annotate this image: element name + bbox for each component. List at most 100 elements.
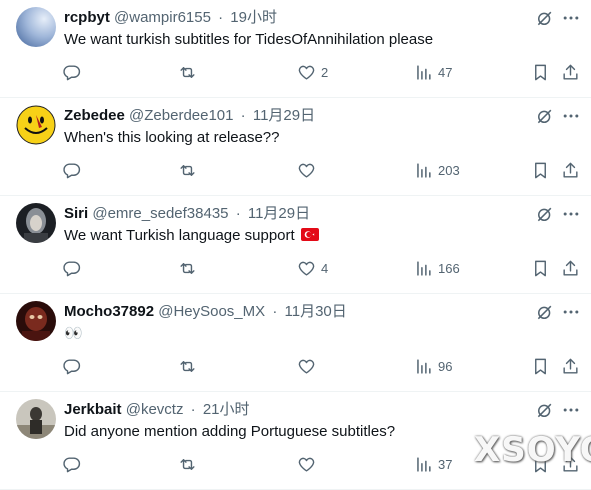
grok-icon[interactable] (533, 202, 557, 226)
reply-item[interactable]: Siri @emre_sedef38435 · 11月29日 We want T… (0, 196, 591, 294)
timestamp[interactable]: 11月30日 (285, 303, 347, 320)
grok-icon[interactable] (533, 104, 557, 128)
like-button[interactable]: 2 (297, 60, 328, 84)
views-icon (417, 456, 431, 472)
reply-button[interactable] (62, 158, 86, 182)
views-button[interactable]: 166 (414, 256, 460, 280)
retweet-button[interactable] (178, 60, 202, 84)
display-name[interactable]: Zebedee (64, 107, 125, 124)
share-icon (563, 162, 578, 178)
display-name[interactable]: rcpbyt (64, 9, 110, 26)
like-button[interactable] (297, 158, 321, 182)
avatar[interactable] (16, 203, 56, 243)
views-count: 166 (438, 260, 460, 276)
like-button[interactable]: 4 (297, 256, 328, 280)
retweet-icon (180, 360, 195, 372)
reply-header: Jerkbait @kevctz · 21小时 (64, 400, 531, 420)
reply-button[interactable] (62, 452, 86, 476)
reply-header: Zebedee @Zeberdee101 · 11月29日 (64, 106, 531, 126)
retweet-button[interactable] (178, 452, 202, 476)
like-button[interactable] (297, 452, 321, 476)
reply-button[interactable] (62, 256, 86, 280)
timestamp[interactable]: 21小时 (203, 401, 250, 418)
more-icon[interactable] (559, 202, 583, 226)
reply-header: Siri @emre_sedef38435 · 11月29日 (64, 204, 531, 224)
bookmark-icon (535, 358, 546, 374)
more-icon[interactable] (559, 300, 583, 324)
avatar[interactable] (16, 399, 56, 439)
bookmark-icon (535, 64, 546, 80)
views-count: 96 (438, 358, 453, 374)
views-button[interactable]: 47 (414, 60, 452, 84)
avatar[interactable] (16, 105, 56, 145)
reply-button[interactable] (62, 60, 86, 84)
action-bar: 96 (0, 354, 591, 378)
avatar[interactable] (16, 7, 56, 47)
reply-icon (63, 260, 81, 276)
display-name[interactable]: Mocho37892 (64, 303, 154, 320)
reply-button[interactable] (62, 354, 86, 378)
user-handle[interactable]: @Zeberdee101 (129, 107, 233, 124)
retweet-button[interactable] (178, 158, 202, 182)
like-icon (298, 163, 315, 178)
grok-icon[interactable] (533, 300, 557, 324)
reply-icon (63, 64, 81, 80)
avatar-image (16, 301, 56, 341)
like-icon (298, 65, 315, 80)
turkey-flag-icon (300, 228, 319, 241)
user-handle[interactable]: @emre_sedef38435 (92, 205, 228, 222)
timestamp[interactable]: 11月29日 (253, 107, 315, 124)
separator: · (235, 205, 241, 222)
views-button[interactable]: 37 (414, 452, 452, 476)
avatar[interactable] (16, 301, 56, 341)
share-button[interactable] (561, 60, 580, 84)
retweet-button[interactable] (178, 256, 202, 280)
views-icon (417, 64, 431, 80)
retweet-icon (180, 164, 195, 176)
views-button[interactable]: 203 (414, 158, 460, 182)
avatar-image (16, 7, 56, 47)
action-bar: 2 47 (0, 60, 591, 84)
like-button[interactable] (297, 354, 321, 378)
more-icon[interactable] (559, 104, 583, 128)
retweet-button[interactable] (178, 354, 202, 378)
more-icon[interactable] (559, 6, 583, 30)
grok-icon[interactable] (533, 398, 557, 422)
bookmark-button[interactable] (531, 354, 550, 378)
share-button[interactable] (561, 354, 580, 378)
grok-icon[interactable] (533, 6, 557, 30)
reply-icon (63, 456, 81, 472)
views-icon (417, 260, 431, 276)
timestamp[interactable]: 19小时 (230, 9, 277, 26)
separator: · (218, 9, 224, 26)
separator: · (272, 303, 278, 320)
reply-item[interactable]: rcpbyt @wampir6155 · 19小时 We want turkis… (0, 0, 591, 98)
display-name[interactable]: Siri (64, 205, 88, 222)
share-button[interactable] (561, 158, 580, 182)
reply-header: Mocho37892 @HeySoos_MX · 11月30日 (64, 302, 531, 322)
retweet-icon (180, 66, 195, 78)
reply-icon (63, 162, 81, 178)
display-name[interactable]: Jerkbait (64, 401, 122, 418)
action-bar: 203 (0, 158, 591, 182)
user-handle[interactable]: @kevctz (126, 401, 184, 418)
reply-item[interactable]: Zebedee @Zeberdee101 · 11月29日 When's thi… (0, 98, 591, 196)
reply-text: We want Turkish language support (64, 226, 575, 246)
bookmark-icon (535, 260, 546, 276)
reply-item[interactable]: Mocho37892 @HeySoos_MX · 11月30日 👀 96 (0, 294, 591, 392)
like-icon (298, 261, 315, 276)
views-button[interactable]: 96 (414, 354, 452, 378)
more-icon[interactable] (559, 398, 583, 422)
timestamp[interactable]: 11月29日 (248, 205, 310, 222)
user-handle[interactable]: @HeySoos_MX (158, 303, 265, 320)
bookmark-button[interactable] (531, 158, 550, 182)
bookmark-button[interactable] (531, 60, 550, 84)
bookmark-button[interactable] (531, 256, 550, 280)
like-count: 2 (321, 64, 329, 80)
share-button[interactable] (561, 256, 580, 280)
retweet-icon (180, 458, 195, 470)
share-icon (563, 358, 578, 374)
separator: · (240, 107, 246, 124)
reply-text: We want turkish subtitles for TidesOfAnn… (64, 31, 434, 48)
user-handle[interactable]: @wampir6155 (114, 9, 211, 26)
